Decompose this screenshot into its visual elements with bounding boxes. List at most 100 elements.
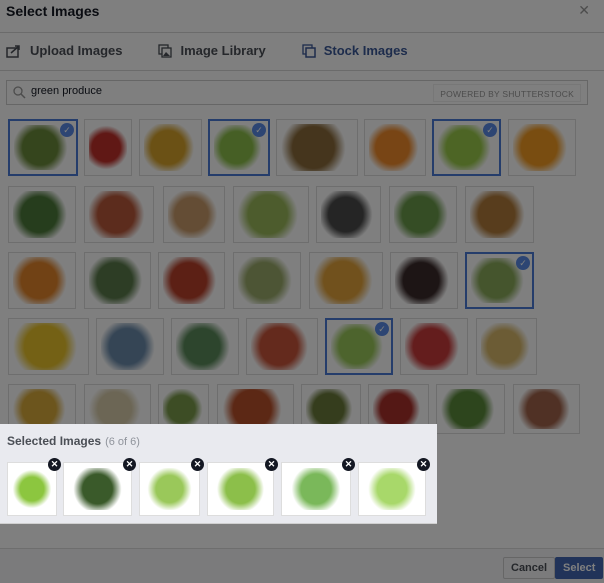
stock-image-thumbnail[interactable] xyxy=(233,252,301,309)
checkmark-icon: ✓ xyxy=(483,123,497,137)
stock-image-thumbnail[interactable]: ✓ xyxy=(208,119,270,176)
stock-image-thumbnail[interactable] xyxy=(508,119,576,176)
thumbnail-image xyxy=(281,124,353,171)
tab-bar: Upload Images Image Library Stock Images xyxy=(6,43,444,58)
checkmark-icon: ✓ xyxy=(60,123,74,137)
checkmark-icon: ✓ xyxy=(375,322,389,336)
remove-icon[interactable]: ✕ xyxy=(191,458,204,471)
stock-image-thumbnail[interactable] xyxy=(476,318,537,375)
tab-label: Upload Images xyxy=(30,43,123,58)
selected-images-panel: Selected Images (6 of 6) ✕ ✕ ✕ ✕ ✕ ✕ xyxy=(0,424,437,524)
stock-image-thumbnail[interactable] xyxy=(233,186,309,243)
search-icon xyxy=(13,86,26,99)
remove-icon[interactable]: ✕ xyxy=(123,458,136,471)
stock-image-thumbnail[interactable]: ✓ xyxy=(465,252,534,309)
stock-image-thumbnail[interactable] xyxy=(246,318,318,375)
select-button[interactable]: Select xyxy=(555,557,604,579)
selected-image-custard-apples: ✕ xyxy=(139,458,204,516)
image-library-icon xyxy=(158,43,173,58)
selected-count: (6 of 6) xyxy=(105,436,140,448)
stock-image-thumbnail[interactable]: ✓ xyxy=(325,318,393,375)
checkmark-icon: ✓ xyxy=(252,123,266,137)
stock-image-thumbnail[interactable] xyxy=(96,318,164,375)
thumbnail-image xyxy=(13,389,71,429)
selected-image xyxy=(213,468,268,510)
thumbnail-image xyxy=(481,323,532,370)
thumbnail-image xyxy=(238,191,304,238)
thumbnail-image xyxy=(321,191,376,238)
thumbnail-image xyxy=(470,191,529,238)
thumbnail-image xyxy=(168,191,220,238)
powered-by-shutterstock: POWERED BY SHUTTERSTOCK xyxy=(433,84,581,102)
stock-image-thumbnail[interactable] xyxy=(316,186,381,243)
stock-image-thumbnail[interactable] xyxy=(309,252,383,309)
selected-image xyxy=(145,468,194,510)
thumbnail-image xyxy=(13,191,71,238)
thumbnail-image xyxy=(513,124,571,171)
thumbnail-image xyxy=(518,389,575,429)
remove-icon[interactable]: ✕ xyxy=(265,458,278,471)
thumbnail-image xyxy=(369,124,421,171)
stock-image-thumbnail[interactable] xyxy=(8,186,76,243)
remove-icon[interactable]: ✕ xyxy=(417,458,430,471)
stock-image-thumbnail[interactable] xyxy=(364,119,426,176)
search-input[interactable] xyxy=(31,85,411,97)
stock-image-thumbnail[interactable] xyxy=(139,119,202,176)
dialog-footer: Cancel Select xyxy=(0,548,604,583)
thumbnail-image xyxy=(176,323,234,370)
thumbnail-image xyxy=(13,323,84,370)
selected-image xyxy=(364,468,420,510)
thumbnail-image xyxy=(89,257,146,304)
stock-image-thumbnail[interactable] xyxy=(436,384,505,434)
stock-image-thumbnail[interactable]: ✓ xyxy=(432,119,501,176)
thumbnail-image xyxy=(101,323,159,370)
search-box: POWERED BY SHUTTERSTOCK xyxy=(6,80,588,105)
tab-stock-images[interactable]: Stock Images xyxy=(302,43,408,58)
tab-label: Image Library xyxy=(180,43,266,58)
divider xyxy=(0,32,604,33)
cancel-button[interactable]: Cancel xyxy=(503,557,556,579)
thumbnail-image xyxy=(405,323,463,370)
thumbnail-image xyxy=(163,257,220,304)
stock-image-thumbnail[interactable] xyxy=(8,252,76,309)
thumbnail-image xyxy=(394,191,452,238)
stock-image-thumbnail[interactable] xyxy=(84,186,154,243)
thumbnail-image xyxy=(373,389,424,429)
selected-image-custard-apple-tree: ✕ xyxy=(281,458,355,516)
thumbnail-image xyxy=(441,389,500,429)
stock-image-thumbnail[interactable] xyxy=(513,384,580,434)
tab-label: Stock Images xyxy=(323,43,408,58)
stock-image-thumbnail[interactable] xyxy=(390,252,458,309)
selected-images-heading: Selected Images (6 of 6) xyxy=(7,434,140,448)
stock-image-thumbnail[interactable] xyxy=(171,318,239,375)
stock-image-thumbnail[interactable] xyxy=(8,318,89,375)
stock-image-thumbnail[interactable] xyxy=(158,252,225,309)
thumbnail-image xyxy=(89,191,149,238)
selected-image xyxy=(13,468,51,510)
tab-upload-images[interactable]: Upload Images xyxy=(6,43,122,58)
stock-image-thumbnail[interactable]: ✓ xyxy=(8,119,78,176)
stock-image-thumbnail[interactable] xyxy=(163,186,225,243)
selected-title: Selected Images xyxy=(7,434,102,448)
selected-image-green-apple: ✕ xyxy=(7,458,61,516)
thumbnail-image xyxy=(89,389,146,429)
stock-image-thumbnail[interactable] xyxy=(276,119,358,176)
selected-image-apple-crate: ✕ xyxy=(207,458,278,516)
close-icon[interactable]: ✕ xyxy=(578,2,590,19)
stock-image-thumbnail[interactable] xyxy=(84,252,151,309)
thumbnail-image xyxy=(314,257,378,304)
thumbnail-image xyxy=(222,389,289,429)
tab-image-library[interactable]: Image Library xyxy=(158,43,266,58)
selected-image xyxy=(69,468,126,510)
thumbnail-image xyxy=(306,389,356,429)
selected-image-lettuce: ✕ xyxy=(358,458,430,516)
checkmark-icon: ✓ xyxy=(516,256,530,270)
remove-icon[interactable]: ✕ xyxy=(342,458,355,471)
remove-icon[interactable]: ✕ xyxy=(48,458,61,471)
thumbnail-image xyxy=(163,389,204,429)
stock-image-thumbnail[interactable] xyxy=(84,119,132,176)
stock-image-thumbnail[interactable] xyxy=(465,186,534,243)
stock-image-thumbnail[interactable] xyxy=(400,318,468,375)
stock-image-thumbnail[interactable] xyxy=(389,186,457,243)
thumbnail-image xyxy=(251,323,313,370)
